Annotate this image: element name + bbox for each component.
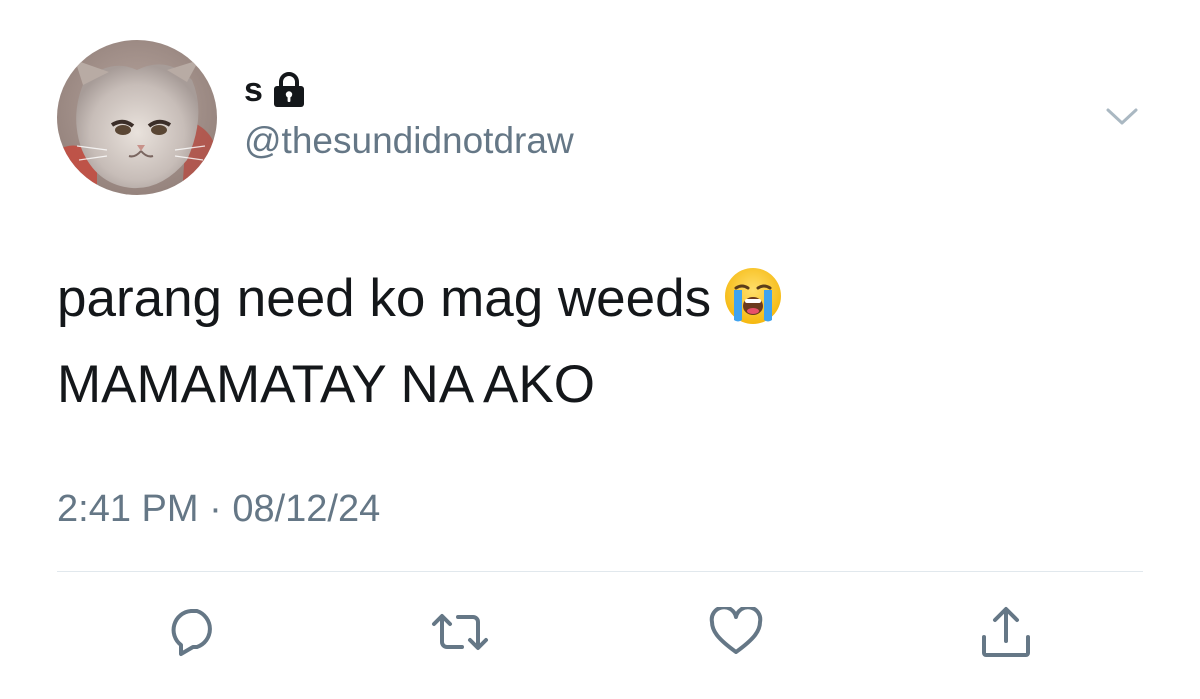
tweet-time: 2:41 PM — [57, 488, 199, 530]
chevron-down-icon[interactable] — [1102, 104, 1142, 130]
tweet-date: 08/12/24 — [232, 488, 381, 530]
reply-button[interactable] — [164, 604, 224, 660]
timestamp-separator: · — [198, 488, 233, 530]
heart-icon — [709, 607, 763, 654]
retweet-button[interactable] — [430, 604, 490, 660]
tweet-line-1-text: parang need ko mag weeds — [57, 269, 712, 328]
lock-icon — [271, 71, 307, 109]
loudly-crying-face-emoji-icon — [723, 266, 783, 326]
tweet-text: parang need ko mag weeds MAMAMATAY NA AK… — [57, 256, 783, 428]
reply-icon — [171, 609, 212, 656]
retweet-icon — [432, 614, 488, 650]
cat-avatar-image — [57, 40, 217, 195]
share-icon — [982, 607, 1030, 657]
tweet-line-2: MAMAMATAY NA AKO — [57, 355, 595, 414]
display-name[interactable]: s — [244, 73, 263, 107]
avatar[interactable] — [57, 40, 217, 195]
like-button[interactable] — [706, 604, 766, 660]
tweet-line-1: parang need ko mag weeds — [57, 256, 783, 342]
divider — [57, 571, 1143, 572]
share-button[interactable] — [976, 604, 1036, 660]
handle[interactable]: @thesundidnotdraw — [244, 122, 574, 159]
timestamp[interactable]: 2:41 PM · 08/12/24 — [57, 490, 380, 528]
author-name-row: s — [244, 70, 307, 110]
